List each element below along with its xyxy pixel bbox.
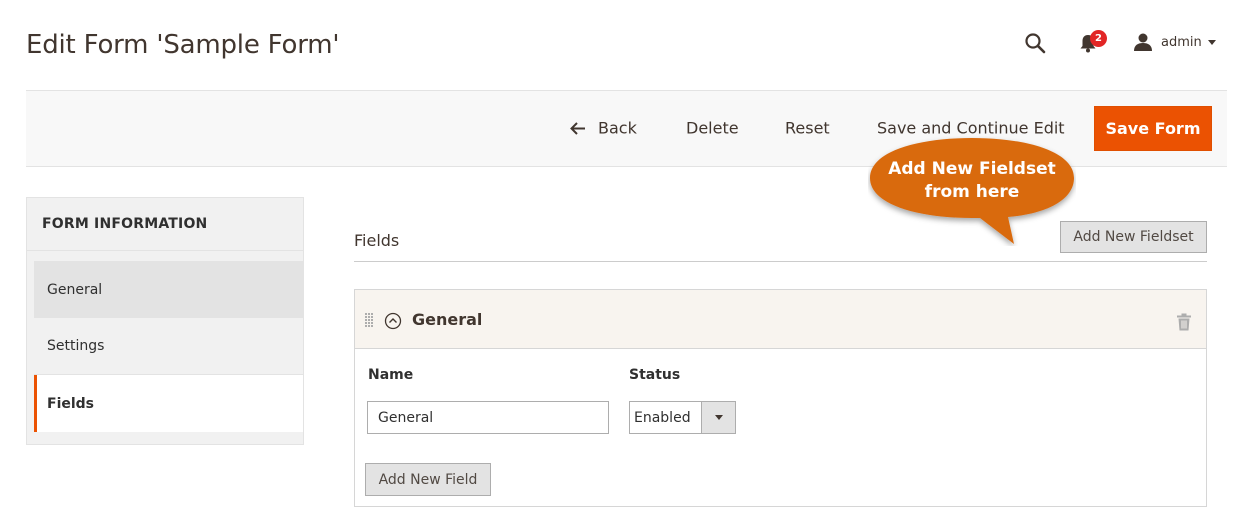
back-button[interactable]: Back bbox=[570, 119, 637, 138]
chevron-down-icon[interactable] bbox=[701, 402, 735, 433]
back-arrow-icon bbox=[570, 121, 585, 135]
callout-line-2: from here bbox=[924, 182, 1020, 202]
user-icon bbox=[1134, 33, 1152, 51]
status-select[interactable]: Enabled bbox=[629, 401, 736, 434]
delete-button[interactable]: Delete bbox=[686, 119, 739, 138]
name-input[interactable] bbox=[367, 401, 609, 434]
user-name: admin bbox=[1161, 34, 1202, 50]
sidebar-divider bbox=[27, 250, 303, 251]
collapse-icon[interactable] bbox=[384, 312, 402, 330]
notification-badge[interactable]: 2 bbox=[1090, 30, 1107, 47]
sidebar-item-general[interactable]: General bbox=[34, 261, 303, 318]
user-menu[interactable]: admin bbox=[1133, 31, 1216, 53]
status-label: Status bbox=[629, 367, 681, 383]
back-label: Back bbox=[598, 118, 637, 138]
sidebar-item-settings[interactable]: Settings bbox=[34, 318, 303, 375]
add-new-fieldset-button[interactable]: Add New Fieldset bbox=[1060, 221, 1207, 253]
sidebar-item-fields[interactable]: Fields bbox=[34, 375, 303, 432]
save-and-continue-button[interactable]: Save and Continue Edit bbox=[877, 119, 1065, 138]
add-new-field-button[interactable]: Add New Field bbox=[365, 463, 491, 496]
fields-heading: Fields bbox=[354, 231, 400, 250]
name-label: Name bbox=[368, 367, 414, 383]
fields-divider bbox=[354, 261, 1207, 262]
trash-icon[interactable] bbox=[1176, 313, 1192, 331]
status-selected-value: Enabled bbox=[634, 409, 691, 426]
chevron-down-icon bbox=[1207, 39, 1216, 45]
callout-line-1: Add New Fieldset bbox=[888, 159, 1056, 179]
page-title: Edit Form 'Sample Form' bbox=[26, 30, 340, 60]
search-icon[interactable] bbox=[1024, 32, 1046, 54]
save-form-button[interactable]: Save Form bbox=[1094, 106, 1212, 151]
fieldset-header bbox=[355, 290, 1206, 349]
reset-button[interactable]: Reset bbox=[785, 119, 830, 138]
drag-handle-icon[interactable] bbox=[365, 313, 373, 329]
callout-text: Add New Fieldset from here bbox=[868, 158, 1076, 204]
sidebar-title: FORM INFORMATION bbox=[42, 216, 208, 232]
fieldset-title: General bbox=[412, 310, 483, 329]
